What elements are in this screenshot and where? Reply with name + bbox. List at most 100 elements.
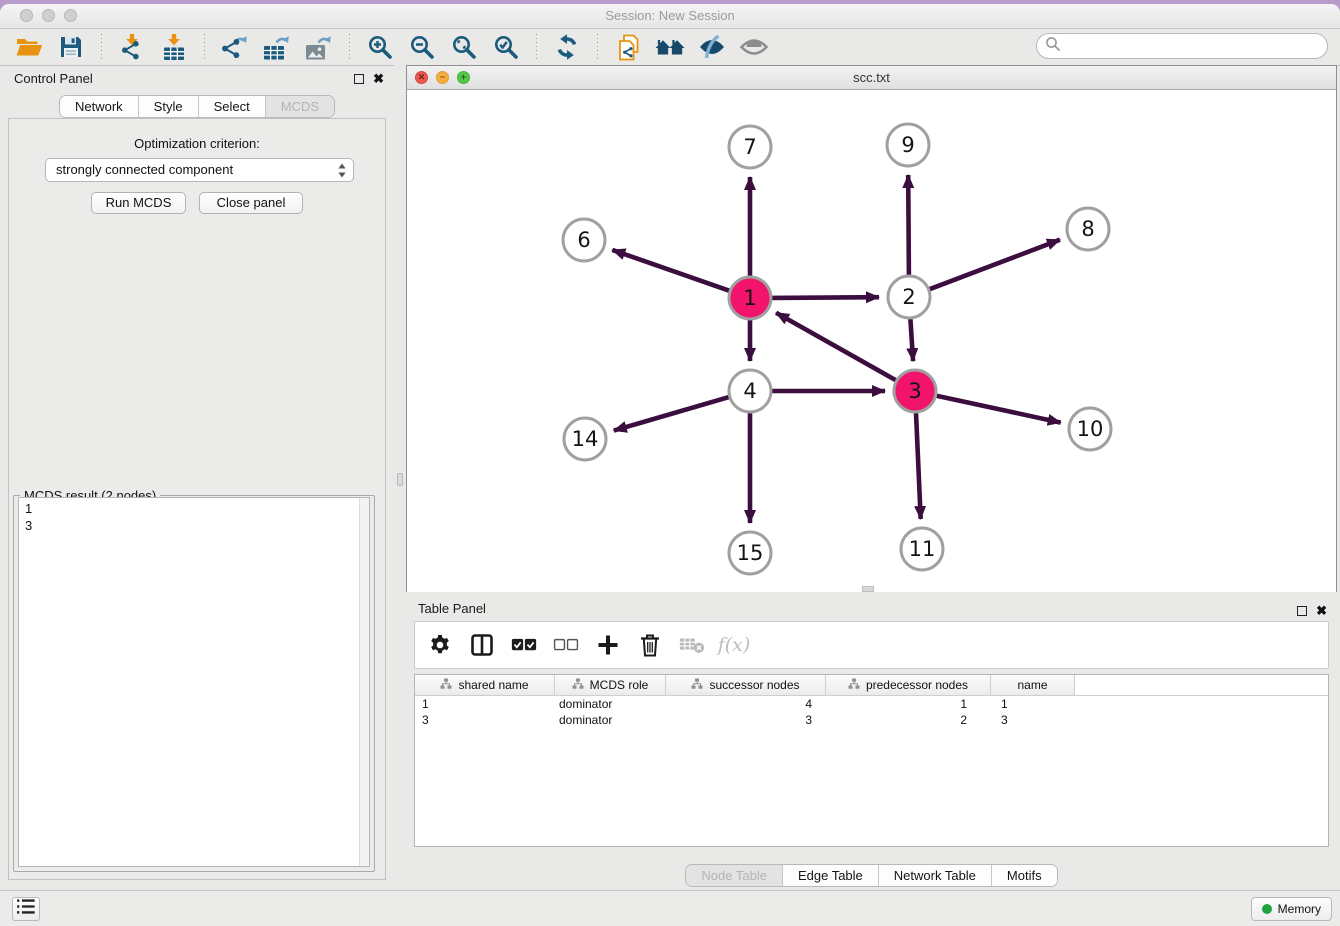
search-icon xyxy=(1045,36,1061,57)
graph-edge-2-9[interactable] xyxy=(908,175,909,275)
close-window-icon[interactable] xyxy=(20,9,33,22)
zoom-selected-icon[interactable] xyxy=(491,33,521,61)
table-cell[interactable]: dominator xyxy=(555,697,666,711)
close-panel-button[interactable]: Close panel xyxy=(199,192,303,214)
export-table-icon[interactable] xyxy=(262,33,292,61)
graph-node-6[interactable]: 6 xyxy=(563,219,605,261)
open-file-icon[interactable] xyxy=(14,33,44,61)
table-cell[interactable]: 4 xyxy=(666,697,826,711)
network-graph[interactable]: 7 9 6 8 1 2 4 3 14 10 15 11 xyxy=(407,90,1336,592)
table-cell[interactable]: 3 xyxy=(991,713,1075,727)
save-session-icon[interactable] xyxy=(56,33,86,61)
graph-node-14[interactable]: 14 xyxy=(564,418,606,460)
zoom-out-icon[interactable] xyxy=(407,33,437,61)
close-table-panel-icon[interactable]: ✖ xyxy=(1316,604,1327,617)
deselect-all-icon[interactable] xyxy=(553,632,579,658)
control-panel-controls: ✖ xyxy=(354,72,384,85)
graph-node-3[interactable]: 3 xyxy=(894,370,936,412)
zoom-fit-icon[interactable] xyxy=(449,33,479,61)
criterion-dropdown[interactable]: strongly connected component xyxy=(45,158,354,182)
graph-node-2[interactable]: 2 xyxy=(888,276,930,318)
add-column-icon[interactable] xyxy=(595,632,621,658)
graph-edge-2-8[interactable] xyxy=(930,240,1060,290)
network-window-controls: ✕ − + xyxy=(415,71,470,84)
graph-node-11[interactable]: 11 xyxy=(901,528,943,570)
import-table-icon[interactable] xyxy=(159,33,189,61)
table-body: 1dominator4113dominator323 xyxy=(415,696,1328,728)
toolbar-separator xyxy=(204,34,205,60)
tab-motifs[interactable]: Motifs xyxy=(991,865,1057,886)
graph-edge-3-11[interactable] xyxy=(916,413,921,519)
float-panel-icon[interactable] xyxy=(354,74,364,84)
copy-network-icon[interactable] xyxy=(613,33,643,61)
column-header-predecessor-nodes[interactable]: predecessor nodes xyxy=(826,675,991,696)
table-cell[interactable]: 3 xyxy=(415,713,555,727)
graph-node-8[interactable]: 8 xyxy=(1067,208,1109,250)
run-mcds-button[interactable]: Run MCDS xyxy=(91,192,186,214)
close-network-icon[interactable]: ✕ xyxy=(415,71,428,84)
export-network-icon[interactable] xyxy=(220,33,250,61)
tab-edge-table[interactable]: Edge Table xyxy=(782,865,878,886)
maximize-network-icon[interactable]: + xyxy=(457,71,470,84)
graph-edge-3-1[interactable] xyxy=(776,313,896,381)
memory-label: Memory xyxy=(1278,902,1321,916)
column-header-name[interactable]: name xyxy=(991,675,1075,696)
table-cell[interactable]: 3 xyxy=(666,713,826,727)
graph-node-9[interactable]: 9 xyxy=(887,124,929,166)
svg-text:11: 11 xyxy=(909,537,936,561)
show-details-icon[interactable] xyxy=(739,33,769,61)
table-cell[interactable]: 2 xyxy=(826,713,991,727)
table-row[interactable]: 3dominator323 xyxy=(415,712,1328,728)
graph-edge-2-3[interactable] xyxy=(910,319,913,361)
column-header-successor-nodes[interactable]: successor nodes xyxy=(666,675,826,696)
tab-select[interactable]: Select xyxy=(198,96,265,117)
graph-node-4[interactable]: 4 xyxy=(729,370,771,412)
tab-style[interactable]: Style xyxy=(138,96,198,117)
hide-details-icon[interactable] xyxy=(697,33,727,61)
tab-network[interactable]: Network xyxy=(60,96,138,117)
graph-node-1[interactable]: 1 xyxy=(729,277,771,319)
table-cell[interactable]: 1 xyxy=(415,697,555,711)
graph-node-10[interactable]: 10 xyxy=(1069,408,1111,450)
settings-gear-icon[interactable] xyxy=(427,632,453,658)
select-all-icon[interactable] xyxy=(511,632,537,658)
graph-edge-1-2[interactable] xyxy=(772,297,879,298)
split-pane-divider[interactable] xyxy=(394,63,406,890)
zoom-in-icon[interactable] xyxy=(365,33,395,61)
export-image-icon[interactable] xyxy=(304,33,334,61)
search-input[interactable] xyxy=(1036,33,1328,59)
memory-button[interactable]: Memory xyxy=(1251,897,1332,921)
graph-edge-4-14[interactable] xyxy=(614,397,729,431)
network-canvas[interactable]: 7 9 6 8 1 2 4 3 14 10 15 11 xyxy=(407,90,1336,592)
graph-node-7[interactable]: 7 xyxy=(729,126,771,168)
result-line: 3 xyxy=(25,518,369,535)
divider-handle[interactable] xyxy=(397,473,403,486)
tab-network-table[interactable]: Network Table xyxy=(878,865,991,886)
float-table-panel-icon[interactable] xyxy=(1297,606,1307,616)
minimize-network-icon[interactable]: − xyxy=(436,71,449,84)
graph-edge-3-10[interactable] xyxy=(937,396,1061,423)
close-panel-icon[interactable]: ✖ xyxy=(373,72,384,85)
graph-node-15[interactable]: 15 xyxy=(729,532,771,574)
task-history-button[interactable] xyxy=(12,897,40,921)
home-icon[interactable] xyxy=(655,33,685,61)
column-header-shared-name[interactable]: shared name xyxy=(415,675,555,696)
column-visibility-icon[interactable] xyxy=(469,632,495,658)
table-cell[interactable]: dominator xyxy=(555,713,666,727)
minimize-window-icon[interactable] xyxy=(42,9,55,22)
canvas-scroll-handle[interactable] xyxy=(862,586,874,592)
maximize-window-icon[interactable] xyxy=(64,9,77,22)
apply-layout-icon[interactable] xyxy=(552,33,582,61)
tab-mcds[interactable]: MCDS xyxy=(265,96,334,117)
table-row[interactable]: 1dominator411 xyxy=(415,696,1328,712)
tab-node-table[interactable]: Node Table xyxy=(686,865,782,886)
import-network-icon[interactable] xyxy=(117,33,147,61)
column-header-MCDS-role[interactable]: MCDS role xyxy=(555,675,666,696)
table-cell[interactable]: 1 xyxy=(991,697,1075,711)
table-cell[interactable]: 1 xyxy=(826,697,991,711)
result-scrollbar[interactable] xyxy=(359,498,369,866)
delete-column-icon[interactable] xyxy=(637,632,663,658)
table-panel-controls: ✖ xyxy=(1297,604,1327,617)
graph-edge-1-6[interactable] xyxy=(612,250,729,291)
mcds-result-box[interactable]: 13 xyxy=(18,497,370,867)
